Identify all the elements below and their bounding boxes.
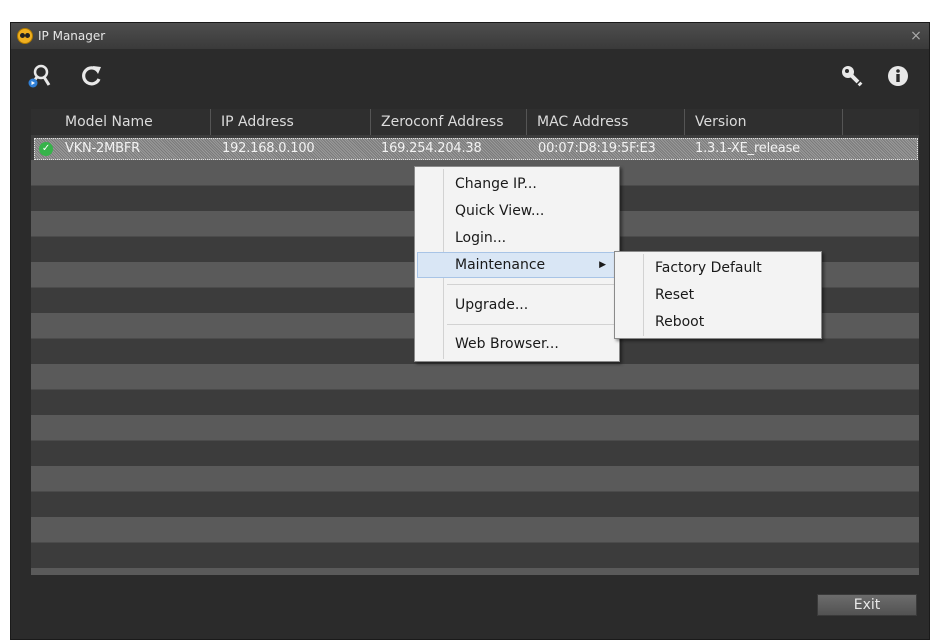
toolbar bbox=[11, 49, 929, 101]
cell-model-name: VKN-2MBFR bbox=[65, 141, 140, 156]
context-menu: Change IP... Quick View... Login... Main… bbox=[414, 166, 620, 362]
cell-zeroconf-address: 169.254.204.38 bbox=[381, 141, 482, 156]
close-button[interactable]: × bbox=[907, 23, 925, 49]
app-owl-icon bbox=[17, 28, 33, 44]
menu-item-quick-view[interactable]: Quick View... bbox=[417, 198, 617, 224]
menu-item-maintenance[interactable]: Maintenance ▶ bbox=[417, 252, 617, 278]
column-header-mac-address[interactable]: MAC Address bbox=[527, 109, 685, 135]
window-title: IP Manager bbox=[38, 29, 106, 43]
cell-version: 1.3.1-XE_release bbox=[695, 141, 800, 156]
cell-mac-address: 00:07:D8:19:5F:E3 bbox=[538, 141, 656, 156]
menu-item-web-browser[interactable]: Web Browser... bbox=[417, 331, 617, 357]
table-header: Model Name IP Address Zeroconf Address M… bbox=[31, 109, 919, 135]
title-bar: IP Manager × bbox=[11, 23, 929, 49]
menu-item-upgrade[interactable]: Upgrade... bbox=[417, 292, 617, 318]
refresh-icon[interactable] bbox=[79, 63, 105, 89]
key-icon[interactable] bbox=[839, 63, 865, 89]
column-header-model-name[interactable]: Model Name bbox=[55, 109, 211, 135]
submenu-arrow-icon: ▶ bbox=[599, 260, 606, 270]
menu-item-factory-default[interactable]: Factory Default bbox=[617, 255, 819, 281]
table-row[interactable]: ✓ VKN-2MBFR 192.168.0.100 169.254.204.38… bbox=[34, 138, 918, 160]
search-device-icon[interactable] bbox=[27, 63, 53, 89]
menu-item-reset[interactable]: Reset bbox=[617, 282, 819, 308]
menu-item-maintenance-label: Maintenance bbox=[455, 257, 546, 273]
column-header-ip-address[interactable]: IP Address bbox=[211, 109, 371, 135]
menu-separator bbox=[447, 284, 615, 285]
maintenance-submenu: Factory Default Reset Reboot bbox=[614, 251, 822, 339]
menu-item-reboot[interactable]: Reboot bbox=[617, 309, 819, 335]
menu-item-change-ip[interactable]: Change IP... bbox=[417, 171, 617, 197]
info-icon[interactable] bbox=[885, 63, 911, 89]
column-header-version[interactable]: Version bbox=[685, 109, 843, 135]
column-header-zeroconf-address[interactable]: Zeroconf Address bbox=[371, 109, 527, 135]
menu-item-login[interactable]: Login... bbox=[417, 225, 617, 251]
check-icon: ✓ bbox=[39, 142, 53, 156]
exit-button[interactable]: Exit bbox=[817, 594, 917, 616]
cell-ip-address: 192.168.0.100 bbox=[222, 141, 315, 156]
menu-separator bbox=[447, 324, 615, 325]
